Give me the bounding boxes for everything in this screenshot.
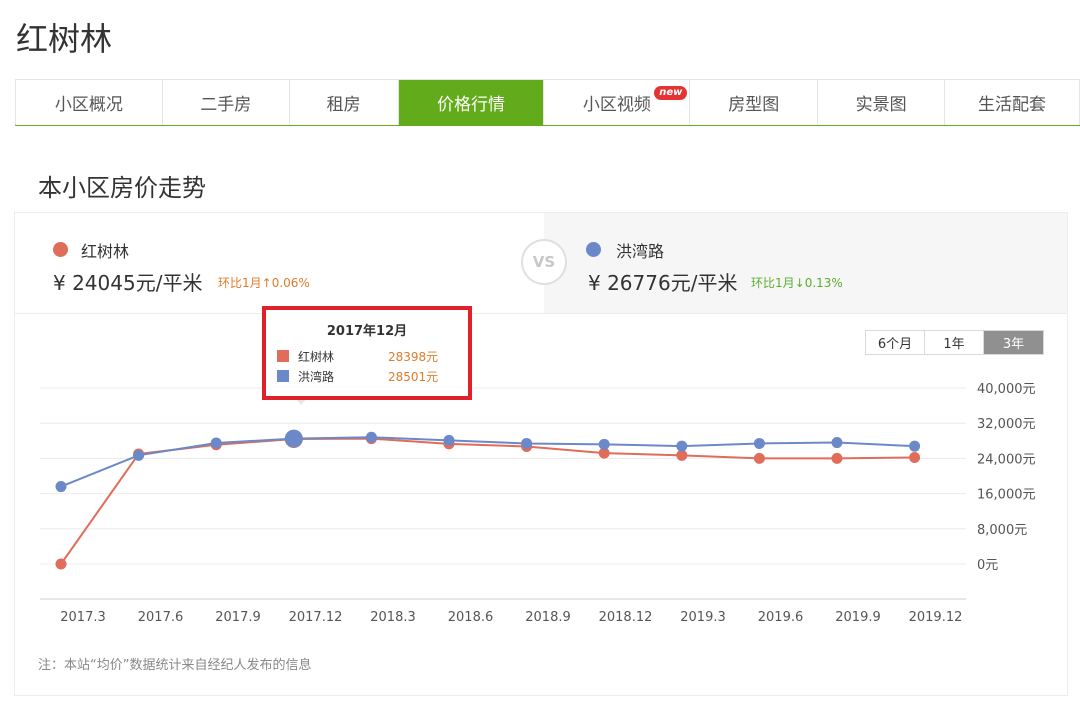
x-tick-label: 2017.3 bbox=[60, 610, 106, 625]
price-line-chart: 40,000元 32,000元 24,000元 16,000元 8,000元 0元 2017… bbox=[40, 382, 1036, 625]
tooltip-title: 2017年12月 bbox=[326, 324, 408, 339]
x-tick-label: 2019.9 bbox=[835, 610, 881, 625]
data-point bbox=[753, 452, 765, 464]
legend-swatch-icon bbox=[277, 350, 289, 362]
data-point bbox=[753, 437, 765, 449]
y-tick-label: 40,000元 bbox=[977, 382, 1036, 397]
tooltip-series-value: 28398元 bbox=[388, 350, 439, 364]
data-point bbox=[598, 438, 610, 450]
x-tick-label: 2018.9 bbox=[525, 610, 571, 625]
data-point bbox=[443, 434, 455, 446]
data-point bbox=[210, 437, 222, 449]
tooltip-series-name: 洪湾路 bbox=[298, 370, 335, 384]
footer-note: 注：本站“均价”数据统计来自经纪人发布的信息 bbox=[38, 658, 312, 673]
data-point bbox=[284, 429, 303, 448]
x-tick-label: 2019.12 bbox=[909, 610, 963, 625]
y-tick-label: 0元 bbox=[977, 558, 998, 573]
data-point bbox=[909, 440, 921, 452]
x-tick-label: 2019.6 bbox=[758, 610, 804, 625]
data-point bbox=[831, 452, 843, 464]
data-point bbox=[676, 440, 688, 452]
tooltip-series-name: 红树林 bbox=[298, 350, 335, 364]
data-point bbox=[55, 558, 67, 570]
y-tick-label: 16,000元 bbox=[977, 488, 1036, 503]
data-point bbox=[55, 481, 67, 493]
x-tick-label: 2019.3 bbox=[680, 610, 726, 625]
y-tick-label: 32,000元 bbox=[977, 417, 1036, 432]
data-point bbox=[521, 437, 533, 449]
x-tick-label: 2017.6 bbox=[138, 610, 184, 625]
data-point bbox=[831, 437, 843, 449]
x-tick-label: 2017.9 bbox=[215, 610, 261, 625]
y-tick-label: 24,000元 bbox=[977, 452, 1036, 467]
data-point bbox=[133, 449, 145, 461]
chart-tooltip: 2017年12月 红树林 28398元 洪湾路 28501元 bbox=[262, 306, 472, 400]
x-tick-label: 2018.12 bbox=[599, 610, 653, 625]
legend-swatch-icon bbox=[277, 370, 289, 382]
tooltip-series-value: 28501元 bbox=[388, 370, 439, 384]
y-tick-label: 8,000元 bbox=[977, 523, 1027, 538]
x-tick-label: 2017.12 bbox=[289, 610, 343, 625]
data-point bbox=[365, 431, 377, 443]
x-tick-label: 2018.3 bbox=[370, 610, 416, 625]
series-line bbox=[60, 437, 915, 565]
x-tick-label: 2018.6 bbox=[448, 610, 494, 625]
data-point bbox=[909, 452, 921, 464]
